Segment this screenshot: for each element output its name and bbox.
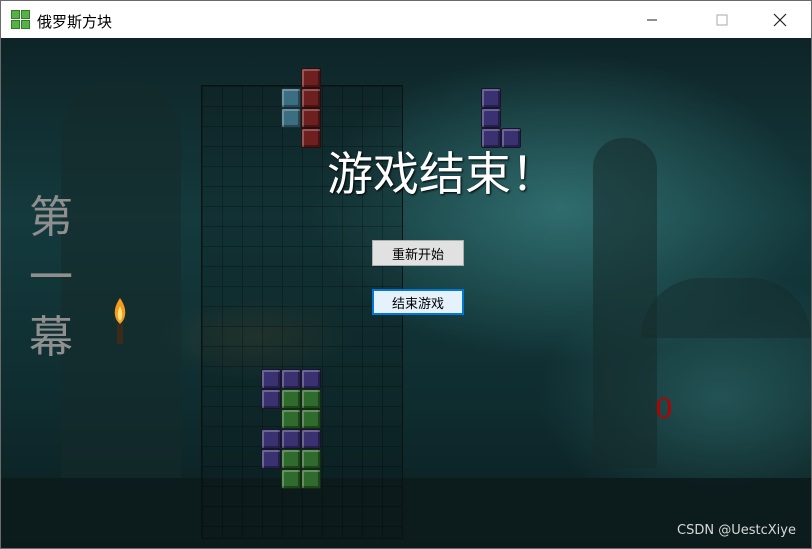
maximize-button[interactable] (699, 1, 745, 38)
stage-char-2: 一 (29, 252, 73, 303)
close-button[interactable] (757, 1, 803, 38)
block-purple (281, 369, 301, 389)
block-purple (301, 369, 321, 389)
block-green (301, 449, 321, 469)
watermark: CSDN @UestcXiye (677, 523, 796, 538)
exit-game-button[interactable]: 结束游戏 (372, 289, 464, 315)
block-purple (281, 429, 301, 449)
block-purple (301, 429, 321, 449)
block-green (281, 449, 301, 469)
block-purple (261, 449, 281, 469)
block-green (301, 469, 321, 489)
block-green (281, 469, 301, 489)
app-window: 俄罗斯方块 第 一 幕 游戏结束！ 重新开始 结束游戏 0 CSDN @Uest… (0, 0, 812, 549)
tetris-app-icon (11, 10, 30, 29)
score-value: 0 (655, 392, 673, 425)
block-green (281, 409, 301, 429)
block-teal (281, 88, 301, 108)
game-area[interactable]: 第 一 幕 游戏结束！ 重新开始 结束游戏 0 CSDN @UestcXiye (1, 38, 811, 548)
block-purple (261, 429, 281, 449)
maximize-icon (716, 14, 728, 25)
minimize-button[interactable] (629, 1, 675, 38)
block-purple (261, 389, 281, 409)
block-purple (481, 88, 501, 108)
window-title: 俄罗斯方块 (37, 13, 113, 31)
stage-char-3: 幕 (29, 312, 73, 363)
block-red (301, 88, 321, 108)
cave-arch (641, 278, 811, 338)
block-teal (281, 108, 301, 128)
close-icon (773, 13, 787, 26)
block-green (301, 389, 321, 409)
cave-pillar-left (61, 78, 181, 498)
stage-label: 第 一 幕 (25, 188, 77, 368)
block-purple (261, 369, 281, 389)
block-red (301, 128, 321, 148)
torch-icon (114, 298, 126, 344)
title-bar[interactable]: 俄罗斯方块 (1, 1, 811, 38)
block-red (301, 108, 321, 128)
restart-button[interactable]: 重新开始 (372, 240, 464, 266)
block-purple (481, 108, 501, 128)
cave-pillar-right (593, 138, 657, 468)
minimize-icon (647, 19, 657, 20)
game-over-text: 游戏结束！ (327, 147, 557, 201)
block-green (281, 389, 301, 409)
block-green (301, 409, 321, 429)
stage-char-1: 第 (29, 192, 73, 243)
block-red (301, 68, 321, 88)
